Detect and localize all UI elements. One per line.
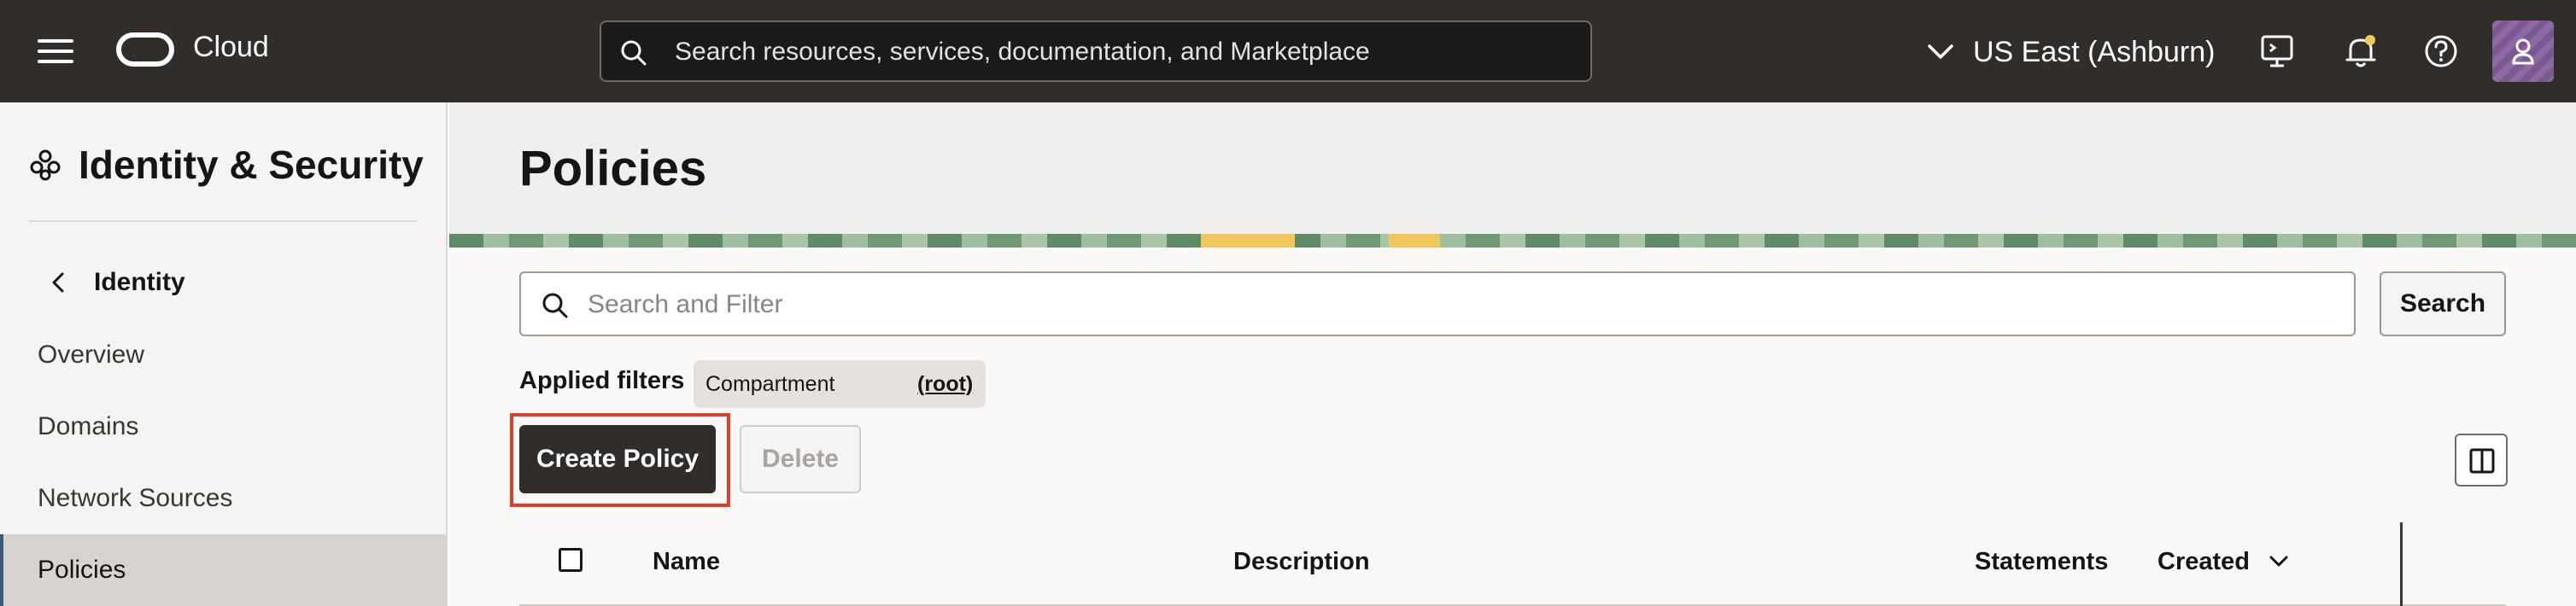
oracle-logo-icon[interactable] [116, 32, 174, 67]
region-label: US East (Ashburn) [1973, 35, 2216, 68]
bell-icon[interactable] [2342, 32, 2380, 70]
sidebar-item-overview[interactable]: Overview [0, 319, 446, 391]
identity-security-icon [30, 149, 61, 181]
page-header: Policies [449, 102, 2576, 234]
filter-chip-compartment[interactable]: Compartment (root) [694, 360, 986, 408]
global-search-box[interactable] [600, 20, 1592, 82]
column-resize-handle[interactable] [2400, 522, 2403, 606]
applied-filters-label: Applied filters [519, 367, 685, 394]
search-button[interactable]: Search [2380, 271, 2506, 336]
sidebar-divider [29, 220, 417, 222]
chevron-left-icon [52, 272, 64, 293]
region-selector[interactable]: US East (Ashburn) [1927, 31, 2215, 73]
select-all-checkbox[interactable] [559, 548, 583, 572]
brand-name[interactable]: Cloud [193, 31, 269, 64]
global-search-input[interactable] [675, 34, 1572, 70]
column-header-created[interactable]: Created [2157, 548, 2250, 576]
delete-button[interactable]: Delete [740, 425, 861, 493]
decorative-banner [449, 234, 2576, 248]
filter-search-box[interactable] [519, 271, 2356, 336]
column-settings-button[interactable] [2455, 434, 2508, 487]
top-navigation-bar: Cloud US East (Ashburn) [0, 0, 2576, 102]
sidebar-back-link[interactable]: Identity [51, 268, 185, 297]
sidebar-item-domains[interactable]: Domains [0, 391, 446, 463]
page-title: Policies [519, 141, 707, 196]
menu-icon[interactable] [38, 38, 73, 65]
sidebar-header: Identity & Security [29, 142, 424, 188]
sidebar-item-network-sources[interactable]: Network Sources [0, 463, 446, 534]
filter-search-input[interactable] [588, 287, 2330, 323]
sidebar: Identity & Security Identity Overview Do… [0, 102, 448, 606]
user-icon [2512, 38, 2534, 65]
search-icon [542, 293, 568, 318]
chevron-down-icon [1928, 44, 1953, 59]
banner-accent [1201, 234, 1295, 248]
column-header-statements[interactable]: Statements [1975, 548, 2108, 576]
columns-icon [2469, 448, 2495, 474]
column-header-description[interactable]: Description [1233, 548, 1370, 576]
avatar[interactable] [2492, 20, 2554, 82]
table-header-row: Name Description Statements Created [519, 522, 2506, 606]
chip-value-link[interactable]: (root) [917, 372, 973, 397]
column-header-name[interactable]: Name [653, 548, 720, 576]
chip-label: Compartment [705, 371, 835, 396]
search-icon [621, 40, 647, 66]
sidebar-back-label: Identity [94, 268, 185, 296]
cloud-shell-icon[interactable] [2258, 32, 2296, 70]
sidebar-title: Identity & Security [79, 143, 424, 187]
banner-accent [1389, 234, 1440, 248]
create-policy-button[interactable]: Create Policy [519, 425, 716, 493]
sort-chevron-down-icon[interactable] [2269, 555, 2289, 568]
help-icon[interactable] [2422, 32, 2460, 70]
sidebar-item-policies[interactable]: Policies [0, 534, 446, 606]
